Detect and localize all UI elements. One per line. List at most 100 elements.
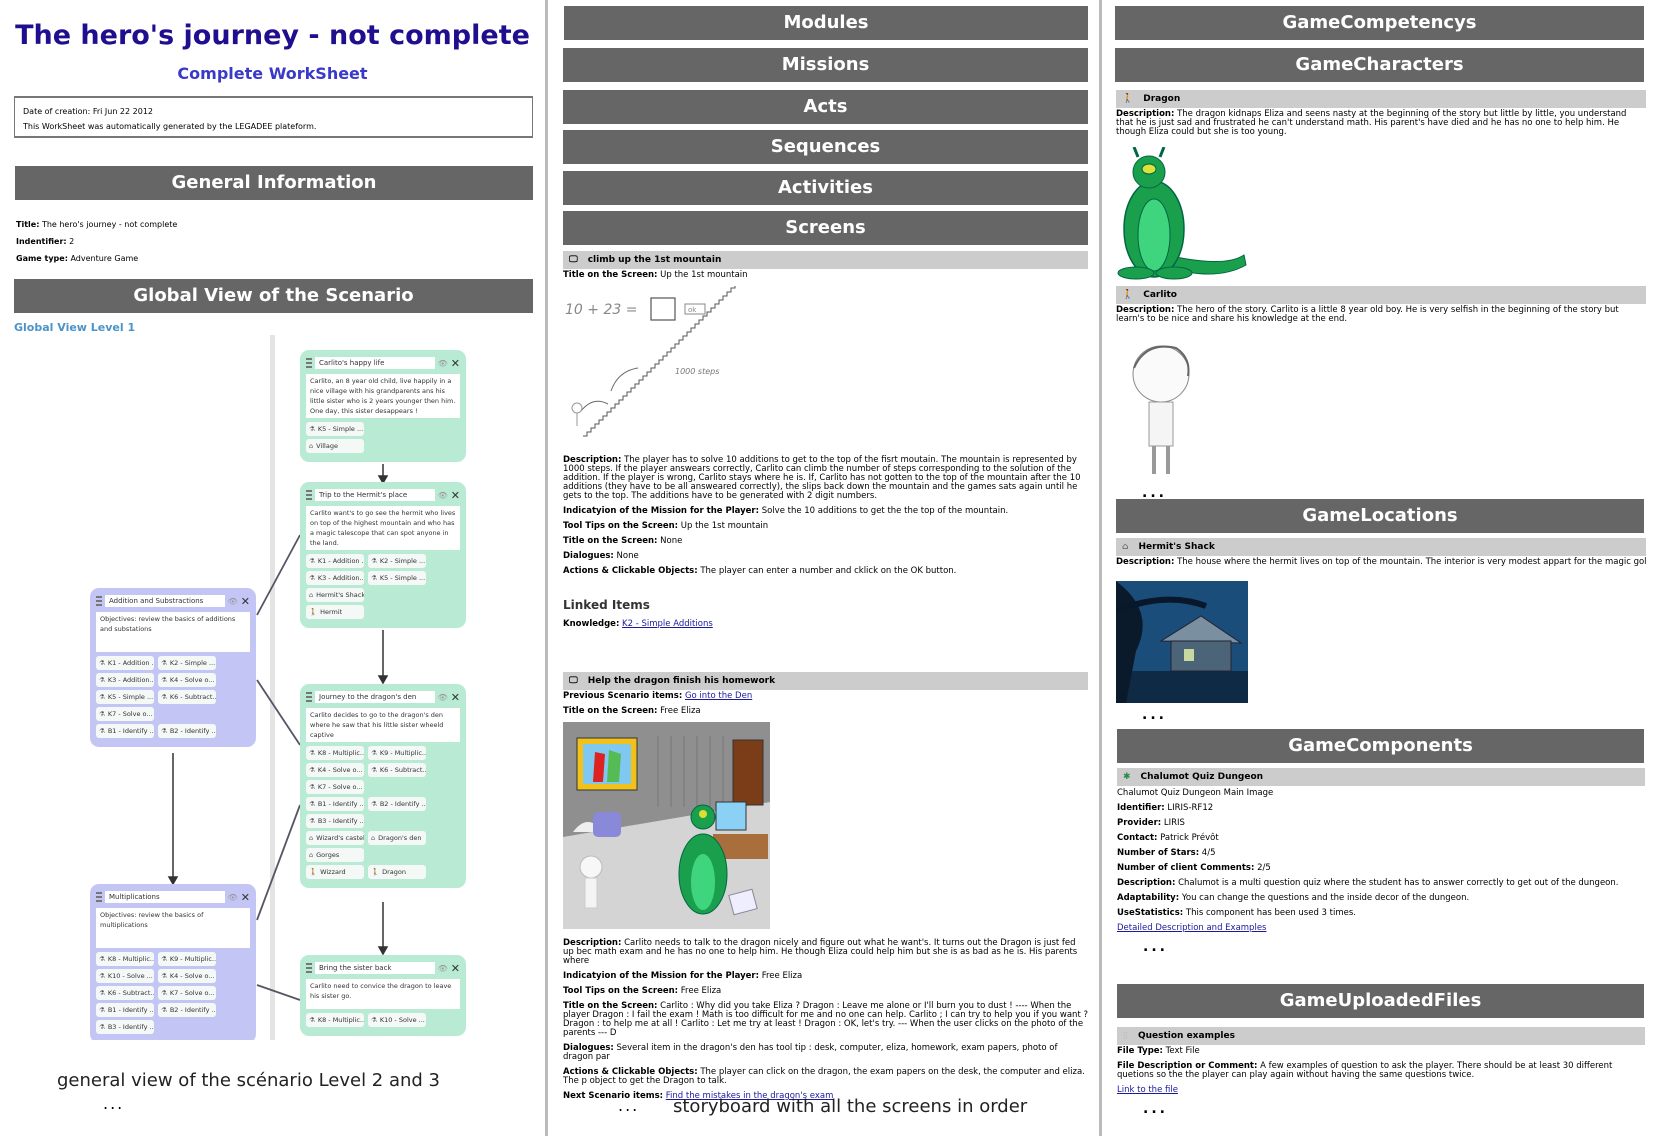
card-description[interactable]: Carlito want's to go see the hermit who … xyxy=(306,506,460,550)
knowledge-chip[interactable]: ⚗ K1 - Addition ... xyxy=(306,554,364,568)
card-title-input[interactable]: Multiplications xyxy=(105,891,225,903)
eye-icon[interactable]: 👁 xyxy=(438,359,448,368)
eye-icon[interactable]: 👁 xyxy=(228,597,238,606)
screens-bar[interactable]: Screens xyxy=(563,211,1088,245)
knowledge-chip[interactable]: ⚗ K6 - Subtract... xyxy=(368,763,426,777)
scenario-card[interactable]: Addition and Substractions 👁 ✕ Objective… xyxy=(90,588,256,747)
location-chip[interactable]: ⌂ Village xyxy=(306,439,364,453)
field-row: Dialogues: None xyxy=(563,552,1088,561)
knowledge-chip[interactable]: ⚗ B3 - Identify ... xyxy=(96,1020,154,1034)
close-icon[interactable]: ✕ xyxy=(241,595,250,608)
character-chip[interactable]: 🚶 Dragon xyxy=(368,865,426,879)
knowledge-chip[interactable]: ⚗ K2 - Simple ... xyxy=(368,554,426,568)
location-chip[interactable]: ⌂ Gorges xyxy=(306,848,364,862)
activities-bar[interactable]: Activities xyxy=(563,171,1088,205)
card-title-input[interactable]: Addition and Substractions xyxy=(105,595,225,607)
card-title-input[interactable]: Trip to the Hermit's place xyxy=(315,489,435,501)
scenario-card[interactable]: Carlito's happy life 👁 ✕ Carlito, an 8 y… xyxy=(300,350,466,462)
field-game-type: Game type: Adventure Game xyxy=(16,254,139,263)
knowledge-chip[interactable]: ⚗ K8 - Multiplic... xyxy=(306,746,364,760)
knowledge-chip[interactable]: ⚗ B1 - Identify ... xyxy=(96,724,154,738)
character-chip[interactable]: 🚶 Wizzard xyxy=(306,865,364,879)
knowledge-link[interactable]: K2 - Simple Additions xyxy=(622,619,713,629)
drag-handle-icon[interactable] xyxy=(96,596,102,606)
knowledge-chip[interactable]: ⚗ K10 - Solve ... xyxy=(96,969,154,983)
knowledge-chip[interactable]: ⚗ K4 - Solve o... xyxy=(158,673,216,687)
game-uploaded-files-bar[interactable]: GameUploadedFiles xyxy=(1117,984,1644,1018)
knowledge-chip[interactable]: ⚗ B1 - Identify ... xyxy=(306,797,364,811)
card-title-input[interactable]: Bring the sister back xyxy=(315,962,435,974)
game-locations-bar[interactable]: GameLocations xyxy=(1116,499,1644,533)
scenario-card[interactable]: Trip to the Hermit's place 👁 ✕ Carlito w… xyxy=(300,482,466,628)
game-characters-bar[interactable]: GameCharacters xyxy=(1115,48,1644,82)
knowledge-chip[interactable]: ⚗ K4 - Solve o... xyxy=(306,763,364,777)
acts-bar[interactable]: Acts xyxy=(563,90,1088,124)
knowledge-chip[interactable]: ⚗ K8 - Multiplic... xyxy=(306,1013,364,1027)
knowledge-chip[interactable]: ⚗ K10 - Solve ... xyxy=(368,1013,426,1027)
knowledge-chip[interactable]: ⚗ K2 - Simple ... xyxy=(158,656,216,670)
knowledge-chip[interactable]: ⚗ B2 - Identify ... xyxy=(368,797,426,811)
eye-icon[interactable]: 👁 xyxy=(438,964,448,973)
knowledge-chip[interactable]: ⚗ K7 - Solve o... xyxy=(306,780,364,794)
knowledge-chip[interactable]: ⚗ K6 - Subtract... xyxy=(96,986,154,1000)
drag-handle-icon[interactable] xyxy=(306,490,312,500)
knowledge-chip[interactable]: ⚗ K4 - Solve o... xyxy=(158,969,216,983)
knowledge-chip[interactable]: ⚗ B1 - Identify ... xyxy=(96,1003,154,1017)
field-row: Actions & Clickable Objects: The player … xyxy=(563,1068,1088,1086)
knowledge-chip[interactable]: ⚗ K9 - Multiplic... xyxy=(368,746,426,760)
close-icon[interactable]: ✕ xyxy=(451,691,460,704)
knowledge-chip[interactable]: ⚗ B3 - Identify ... xyxy=(306,814,364,828)
game-competencies-bar[interactable]: GameCompetencys xyxy=(1115,6,1644,40)
field-row: Actions & Clickable Objects: The player … xyxy=(563,567,1088,576)
card-title-input[interactable]: Journey to the dragon's den xyxy=(315,691,435,703)
location-chip[interactable]: ⌂ Wizard's castel xyxy=(306,831,364,845)
drag-handle-icon[interactable] xyxy=(306,358,312,368)
eye-icon[interactable]: 👁 xyxy=(438,693,448,702)
close-icon[interactable]: ✕ xyxy=(451,962,460,975)
location-chip[interactable]: ⌂ Dragon's den xyxy=(368,831,426,845)
character-chip[interactable]: 🚶 Hermit xyxy=(306,605,364,619)
knowledge-chip[interactable]: ⚗ B2 - Identify ... xyxy=(158,724,216,738)
card-description[interactable]: Carlito need to convice the dragon to le… xyxy=(306,979,460,1009)
knowledge-chip[interactable]: ⚗ K7 - Solve o... xyxy=(158,986,216,1000)
card-description[interactable]: Objectives: review the basics of multipl… xyxy=(96,908,250,948)
knowledge-chip[interactable]: ⚗ B2 - Identify ... xyxy=(158,1003,216,1017)
character-dragon: 🚶 Dragon Description: The dragon kidnaps … xyxy=(1116,90,1646,282)
knowledge-chip[interactable]: ⚗ K7 - Solve o... xyxy=(96,707,154,721)
missions-bar[interactable]: Missions xyxy=(563,48,1088,82)
card-description[interactable]: Carlito decides to go to the dragon's de… xyxy=(306,708,460,742)
knowledge-chip[interactable]: ⚗ K9 - Multiplic... xyxy=(158,952,216,966)
card-title-input[interactable]: Carlito's happy life xyxy=(315,357,435,369)
close-icon[interactable]: ✕ xyxy=(451,489,460,502)
field-row: Tool Tips on the Screen: Up the 1st moun… xyxy=(563,522,1088,531)
knowledge-chip[interactable]: ⚗ K5 - Simple ... xyxy=(368,571,426,585)
scenario-card[interactable]: Multiplications 👁 ✕ Objectives: review t… xyxy=(90,884,256,1040)
game-components-bar[interactable]: GameComponents xyxy=(1117,729,1644,763)
chip-label: K5 - Simple ... xyxy=(107,693,154,701)
previous-item-link[interactable]: Go into the Den xyxy=(685,691,752,701)
knowledge-chip[interactable]: ⚗ K5 - Simple ... xyxy=(96,690,154,704)
knowledge-chip[interactable]: ⚗ K3 - Addition... xyxy=(306,571,364,585)
drag-handle-icon[interactable] xyxy=(306,692,312,702)
drag-handle-icon[interactable] xyxy=(96,892,102,902)
file-link[interactable]: Link to the file xyxy=(1117,1085,1178,1095)
card-description[interactable]: Objectives: review the basics of additio… xyxy=(96,612,250,652)
knowledge-chip[interactable]: ⚗ K3 - Addition... xyxy=(96,673,154,687)
scenario-card[interactable]: Bring the sister back 👁 ✕ Carlito need t… xyxy=(300,955,466,1036)
close-icon[interactable]: ✕ xyxy=(241,891,250,904)
eye-icon[interactable]: 👁 xyxy=(438,491,448,500)
location-chip[interactable]: ⌂ Hermit's Shack xyxy=(306,588,364,602)
scenario-card[interactable]: Journey to the dragon's den 👁 ✕ Carlito … xyxy=(300,684,466,888)
drag-handle-icon[interactable] xyxy=(306,963,312,973)
knowledge-chip[interactable]: ⚗ K5 - Simple ... xyxy=(306,422,364,436)
close-icon[interactable]: ✕ xyxy=(451,357,460,370)
modules-bar[interactable]: Modules xyxy=(564,6,1088,40)
card-description[interactable]: Carlito, an 8 year old child, live happi… xyxy=(306,374,460,418)
eye-icon[interactable]: 👁 xyxy=(228,893,238,902)
knowledge-chip[interactable]: ⚗ K6 - Subtract... xyxy=(158,690,216,704)
knowledge-chip[interactable]: ⚗ K1 - Addition ... xyxy=(96,656,154,670)
knowledge-chip[interactable]: ⚗ K8 - Multiplic... xyxy=(96,952,154,966)
detailed-description-link[interactable]: Detailed Description and Examples xyxy=(1117,923,1266,933)
previous-scenario-items: Previous Scenario items: Go into the Den xyxy=(563,691,753,701)
sequences-bar[interactable]: Sequences xyxy=(563,130,1088,164)
